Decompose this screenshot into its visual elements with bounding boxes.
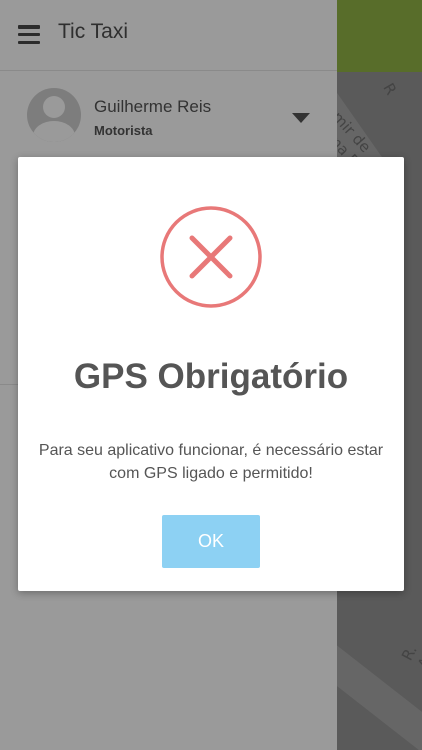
user-profile[interactable]: Guilherme Reis Motorista [0, 80, 337, 160]
app-title: Tic Taxi [58, 20, 129, 43]
user-name: Guilherme Reis [94, 97, 212, 116]
ok-button[interactable]: OK [162, 515, 260, 568]
divider [0, 70, 337, 71]
hamburger-menu-icon[interactable] [18, 25, 40, 44]
avatar [27, 88, 81, 142]
user-role: Motorista [94, 123, 153, 138]
map-topbar [337, 0, 422, 72]
drawer-header: Tic Taxi [0, 0, 337, 68]
street-label: R. Am [398, 641, 422, 672]
error-x-circle-icon [160, 206, 262, 308]
dialog-title: GPS Obrigatório [73, 357, 349, 396]
caret-down-icon[interactable] [292, 113, 310, 123]
street-label: R [379, 80, 401, 99]
dialog-message: Para seu aplicativo funcionar, é necessá… [38, 442, 384, 482]
gps-required-dialog: GPS Obrigatório Para seu aplicativo func… [18, 157, 404, 591]
